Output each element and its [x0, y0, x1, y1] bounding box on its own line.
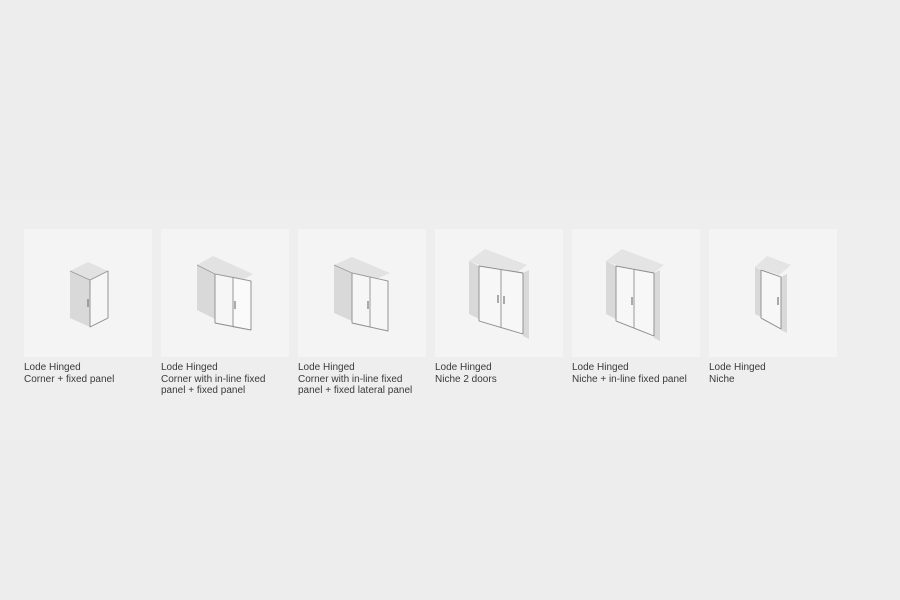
shower-corner-inline-fixed-icon [196, 256, 253, 331]
product-caption[interactable]: Lode Hinged Niche + in-line fixed panel [572, 362, 700, 385]
shower-niche-2-doors-icon [469, 249, 529, 339]
product-caption[interactable]: Lode Hinged Niche [709, 362, 837, 385]
product-title: Lode Hinged [709, 362, 766, 373]
product-caption[interactable]: Lode Hinged Corner + fixed panel [24, 362, 152, 385]
product-subtitle: Corner + fixed panel [24, 373, 115, 385]
product-thumbnail[interactable] [435, 229, 563, 357]
product-thumbnail[interactable] [161, 229, 289, 357]
product-title: Lode Hinged [435, 362, 492, 373]
product-thumbnail[interactable] [572, 229, 700, 357]
product-thumbnail[interactable] [709, 229, 837, 357]
product-card[interactable]: Lode Hinged Niche + in-line fixed panel [572, 229, 700, 397]
product-caption[interactable]: Lode Hinged Corner with in-line fixed pa… [161, 362, 289, 397]
product-thumbnail[interactable] [298, 229, 426, 357]
product-grid: Lode Hinged Corner + fixed panel Lode Hi… [24, 229, 837, 397]
product-title: Lode Hinged [572, 362, 629, 373]
product-subtitle: Corner with in-line fixed panel + fixed … [298, 373, 413, 397]
product-card[interactable]: Lode Hinged Corner with in-line fixed pa… [298, 229, 426, 397]
product-subtitle: Corner with in-line fixed panel + fixed … [161, 373, 266, 397]
product-title: Lode Hinged [24, 362, 81, 373]
product-subtitle: Niche 2 doors [435, 373, 497, 385]
product-title: Lode Hinged [298, 362, 355, 373]
shower-corner-inline-lateral-icon [333, 257, 390, 332]
product-thumbnail[interactable] [24, 229, 152, 357]
product-card[interactable]: Lode Hinged Niche [709, 229, 837, 397]
shower-niche-inline-fixed-icon [606, 249, 664, 341]
product-card[interactable]: Lode Hinged Niche 2 doors [435, 229, 563, 397]
product-card[interactable]: Lode Hinged Corner with in-line fixed pa… [161, 229, 289, 397]
product-subtitle: Niche + in-line fixed panel [572, 373, 687, 385]
shower-corner-fixed-panel-icon [69, 262, 109, 328]
product-caption[interactable]: Lode Hinged Corner with in-line fixed pa… [298, 362, 426, 397]
product-card[interactable]: Lode Hinged Corner + fixed panel [24, 229, 152, 397]
product-title: Lode Hinged [161, 362, 218, 373]
shower-niche-icon [755, 256, 791, 333]
product-subtitle: Niche [709, 373, 735, 385]
product-caption[interactable]: Lode Hinged Niche 2 doors [435, 362, 563, 385]
page: Lode Hinged Corner + fixed panel Lode Hi… [0, 0, 900, 600]
